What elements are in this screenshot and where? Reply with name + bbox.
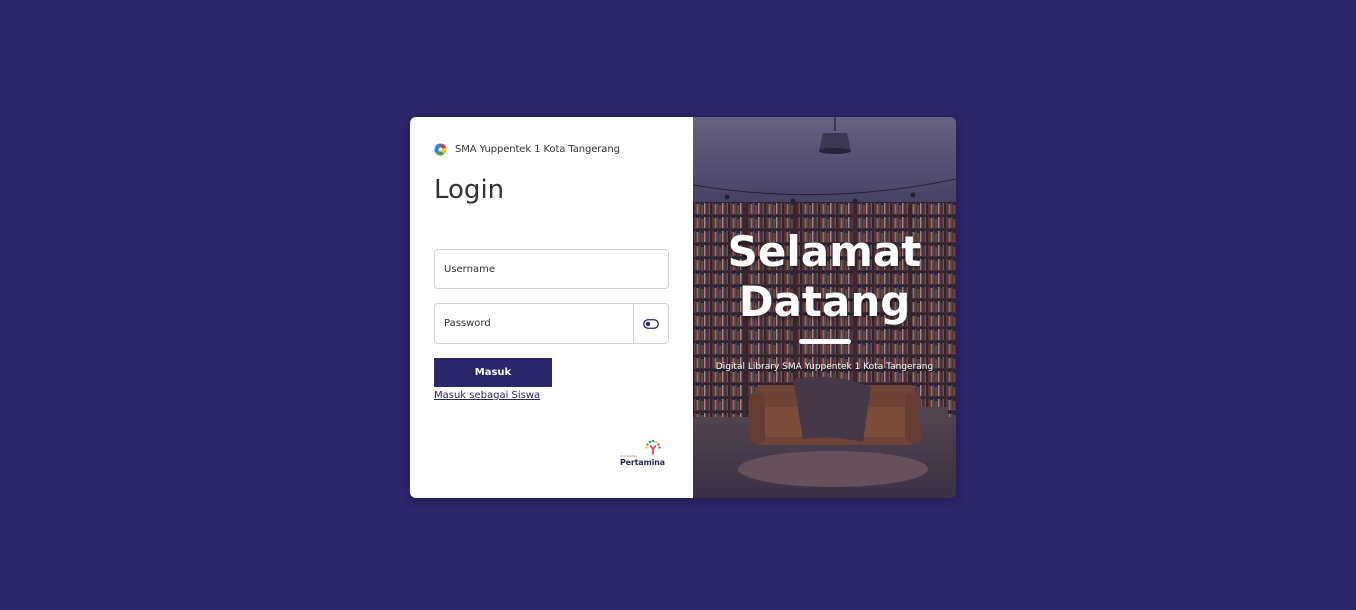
login-button[interactable]: Masuk — [434, 358, 552, 387]
toggle-visibility-icon — [643, 318, 659, 329]
username-input[interactable] — [434, 249, 669, 289]
heading-underline — [799, 339, 851, 344]
welcome-line-1: Selamat — [727, 227, 922, 276]
pertamina-university-logo: Universitas Pertamina — [619, 439, 665, 469]
password-input[interactable] — [434, 303, 634, 344]
partner-name: Pertamina — [620, 458, 665, 467]
page-title: Login — [434, 175, 505, 205]
student-login-link[interactable]: Masuk sebagai Siswa — [434, 390, 540, 401]
school-crest-icon — [434, 143, 447, 156]
login-panel: SMA Yuppentek 1 Kota Tangerang Login Mas… — [410, 117, 693, 498]
login-card: SMA Yuppentek 1 Kota Tangerang Login Mas… — [410, 117, 956, 498]
welcome-heading: Selamat Datang — [693, 227, 956, 327]
welcome-subtitle: Digital Library SMA Yuppentek 1 Kota Tan… — [715, 362, 934, 372]
brand: SMA Yuppentek 1 Kota Tangerang — [434, 143, 620, 156]
password-visibility-toggle[interactable] — [633, 303, 669, 344]
welcome-line-2: Datang — [738, 277, 911, 326]
brand-name: SMA Yuppentek 1 Kota Tangerang — [455, 144, 620, 155]
welcome-panel: Selamat Datang Digital Library SMA Yuppe… — [693, 117, 956, 498]
